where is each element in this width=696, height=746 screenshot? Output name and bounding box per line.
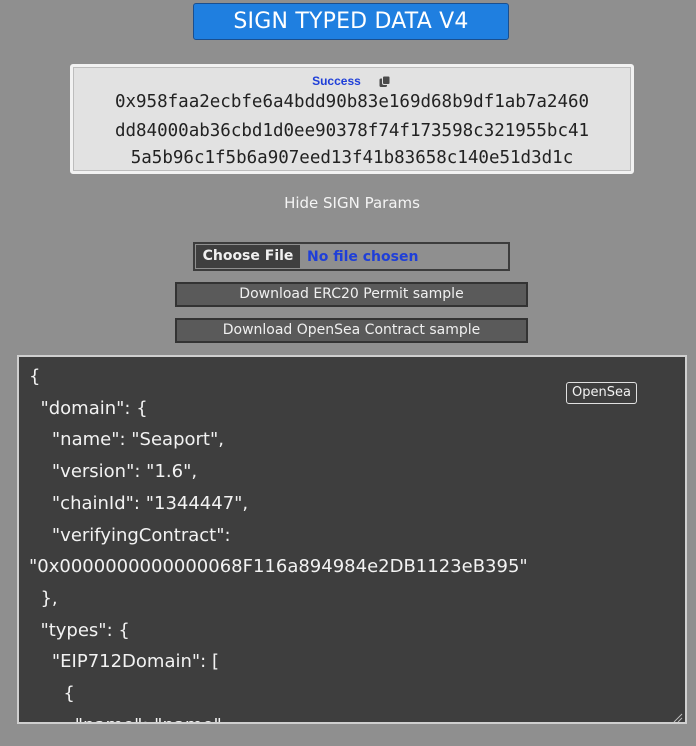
file-input[interactable]: Choose File No file chosen xyxy=(193,242,510,271)
file-status: No file chosen xyxy=(307,249,419,265)
editor-content[interactable]: { "domain": { "name": "Seaport", "versio… xyxy=(29,361,528,722)
choose-file-button[interactable]: Choose File xyxy=(196,245,300,268)
signature-line-1: 0x958faa2ecbfe6a4bdd90b83e169d68b9df1ab7… xyxy=(114,92,590,112)
success-row: Success xyxy=(73,70,631,88)
sign-typed-data-v4-button[interactable]: SIGN TYPED DATA V4 xyxy=(193,3,509,40)
typed-data-editor[interactable]: { "domain": { "name": "Seaport", "versio… xyxy=(17,355,687,724)
signature-result-box: Success 0x958faa2ecbfe6a4bdd90b83e169d68… xyxy=(70,64,634,174)
download-opensea-contract-button[interactable]: Download OpenSea Contract sample xyxy=(175,318,528,343)
signature-line-3: 5a5b96c1f5b6a907eed13f41b83658c140e51d3d… xyxy=(130,148,574,168)
signature-line-2: dd84000ab36cbd1d0ee90378f74f173598c32195… xyxy=(114,121,590,141)
resize-handle-icon[interactable] xyxy=(671,708,683,722)
success-label: Success xyxy=(312,73,361,88)
hide-sign-params-link[interactable]: Hide SIGN Params xyxy=(0,193,696,213)
download-erc20-permit-button[interactable]: Download ERC20 Permit sample xyxy=(175,282,528,307)
opensea-badge[interactable]: OpenSea xyxy=(566,382,637,404)
copy-icon[interactable] xyxy=(378,74,392,88)
